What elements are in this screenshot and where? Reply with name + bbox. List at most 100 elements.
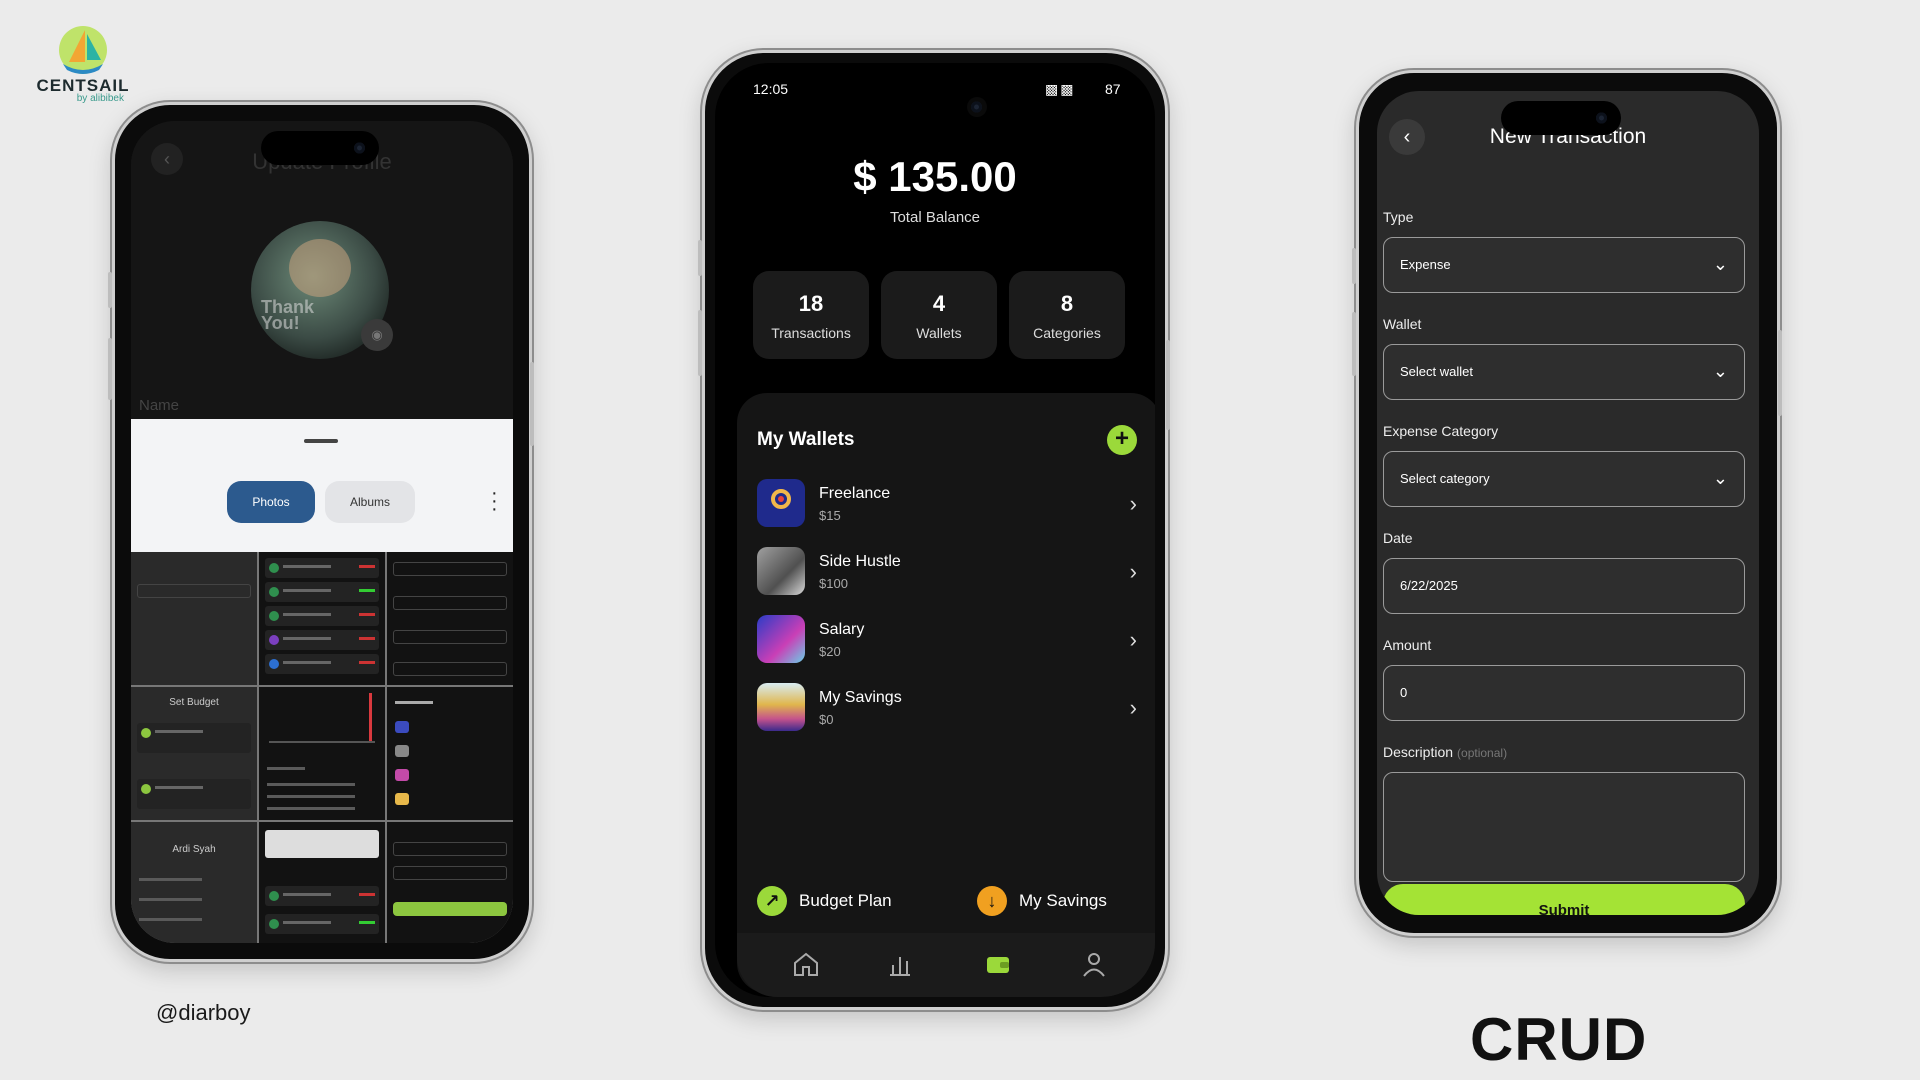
home-icon[interactable] xyxy=(791,949,821,979)
mini-text xyxy=(139,918,202,921)
wallet-value: Select wallet xyxy=(1400,364,1473,379)
add-wallet-button[interactable]: + xyxy=(1107,425,1137,455)
wallets-title: My Wallets xyxy=(757,429,855,450)
mini-row xyxy=(265,630,379,650)
category-value: Select category xyxy=(1400,471,1490,486)
wallets-panel: My Wallets + Freelance $15 › Side Hustle… xyxy=(737,393,1155,993)
photo-thumbnail[interactable]: Ardi Syah xyxy=(131,822,257,943)
mini-text xyxy=(267,783,356,786)
phone1-side-button xyxy=(530,362,534,446)
mini-login-button xyxy=(393,902,507,916)
phone2-side-button xyxy=(698,240,702,276)
photo-thumbnail[interactable] xyxy=(259,822,385,943)
mini-field xyxy=(393,562,507,576)
battery-level: 87 xyxy=(1105,81,1121,97)
arrow-down-icon: ↓ xyxy=(977,886,1007,916)
phone-wallet-dashboard: 12:05 ▩▩ 87 $ 135.00 Total Balance 18 Tr… xyxy=(702,50,1168,1010)
front-camera-icon xyxy=(967,97,987,117)
submit-button[interactable]: Submit xyxy=(1383,884,1745,915)
chart-icon[interactable] xyxy=(885,949,915,979)
chevron-right-icon: › xyxy=(1129,695,1137,720)
phone2-side-button xyxy=(1166,340,1170,430)
mini-text xyxy=(267,795,356,798)
mini-row xyxy=(265,654,379,674)
stat-transactions[interactable]: 18 Transactions xyxy=(753,271,869,359)
phone3-side-button xyxy=(1352,312,1356,376)
earpiece xyxy=(931,63,941,67)
mini-chart-axis xyxy=(269,741,375,743)
budget-plan-button[interactable]: ↗ Budget Plan xyxy=(757,886,892,916)
wallet-select[interactable]: Select wallet ⌄ xyxy=(1383,344,1745,400)
mini-row xyxy=(265,558,379,578)
photo-thumbnail[interactable] xyxy=(387,822,513,943)
chevron-down-icon: ⌄ xyxy=(1712,361,1728,381)
dynamic-island xyxy=(1501,101,1621,135)
tab-albums[interactable]: Albums xyxy=(325,481,415,523)
photo-thumbnail[interactable] xyxy=(387,687,513,820)
total-balance-value: $ 135.00 xyxy=(853,153,1017,200)
more-vertical-icon[interactable]: · · · xyxy=(491,483,498,519)
avatar-caption-art: Thank You! xyxy=(261,297,315,333)
wallet-icon[interactable] xyxy=(983,949,1013,979)
stat-value: 18 xyxy=(798,291,824,316)
stat-label: Transactions xyxy=(771,325,851,341)
amount-value: 0 xyxy=(1400,685,1408,700)
mini-budget-title: Set Budget xyxy=(169,697,219,708)
name-label: Name xyxy=(139,397,180,414)
mini-field xyxy=(137,584,251,598)
wallet-name: Freelance xyxy=(819,485,891,502)
my-savings-button[interactable]: ↓ My Savings xyxy=(977,886,1107,916)
phone1-side-button xyxy=(108,272,112,308)
wallet-item-freelance[interactable]: Freelance $15 › xyxy=(757,479,1137,531)
phone1-side-button xyxy=(108,338,112,400)
chevron-down-icon: ⌄ xyxy=(1712,254,1728,274)
date-input[interactable]: 6/22/2025 xyxy=(1383,558,1745,614)
phone2-side-button xyxy=(698,310,702,376)
wallet-thumbnail xyxy=(757,683,805,731)
photo-thumbnail[interactable] xyxy=(259,552,385,685)
stat-value: 8 xyxy=(1060,291,1074,316)
phone-update-profile: ‹ Update Profile ThankYou! ◉ Name Photos… xyxy=(112,102,532,962)
camera-icon[interactable]: ◉ xyxy=(361,319,393,351)
wallet-item-side-hustle[interactable]: Side Hustle $100 › xyxy=(757,547,1137,599)
wallet-item-salary[interactable]: Salary $20 › xyxy=(757,615,1137,667)
profile-icon[interactable] xyxy=(1079,949,1109,979)
chevron-right-icon: › xyxy=(1129,627,1137,652)
category-select[interactable]: Select category ⌄ xyxy=(1383,451,1745,507)
new-transaction-screen: ‹ New Transaction Type Expense ⌄ Wallet … xyxy=(1377,91,1759,915)
mini-row xyxy=(137,723,251,753)
brand-logo: CENTSAIL by alibibek xyxy=(28,22,138,104)
mini-profile-name: Ardi Syah xyxy=(172,844,216,855)
stat-categories[interactable]: 8 Categories xyxy=(1009,271,1125,359)
description-label-text: Description xyxy=(1383,744,1454,760)
arrow-up-right-icon: ↗ xyxy=(757,886,787,916)
mini-row xyxy=(137,779,251,809)
mini-text xyxy=(395,701,433,704)
chevron-down-icon: ⌄ xyxy=(1712,468,1728,488)
photo-thumbnail[interactable] xyxy=(387,552,513,685)
mini-field xyxy=(393,662,507,676)
phone3-side-button xyxy=(1352,248,1356,284)
type-label: Type xyxy=(1383,209,1414,225)
signal-wifi-icons: ▩▩ xyxy=(1045,81,1076,97)
sheet-drag-handle[interactable] xyxy=(304,439,338,443)
wallet-item-my-savings[interactable]: My Savings $0 › xyxy=(757,683,1137,735)
description-textarea[interactable] xyxy=(1383,772,1745,882)
type-select[interactable]: Expense ⌄ xyxy=(1383,237,1745,293)
avatar-face xyxy=(289,239,351,297)
tab-photos[interactable]: Photos xyxy=(227,481,315,523)
amount-input[interactable]: 0 xyxy=(1383,665,1745,721)
stat-wallets[interactable]: 4 Wallets xyxy=(881,271,997,359)
wallet-name: Side Hustle xyxy=(819,553,901,570)
mini-field xyxy=(393,866,507,880)
wallet-thumbnail xyxy=(757,547,805,595)
optional-hint: (optional) xyxy=(1457,746,1508,760)
wallet-thumbnail xyxy=(757,615,805,663)
photo-thumbnail[interactable] xyxy=(259,687,385,820)
total-balance-label: Total Balance xyxy=(889,209,981,226)
wallet-name: Salary xyxy=(819,621,865,638)
photo-thumbnail[interactable] xyxy=(131,552,257,685)
wallet-amount: $0 xyxy=(819,712,834,727)
mini-text xyxy=(267,807,356,810)
photo-thumbnail[interactable]: Set Budget xyxy=(131,687,257,820)
